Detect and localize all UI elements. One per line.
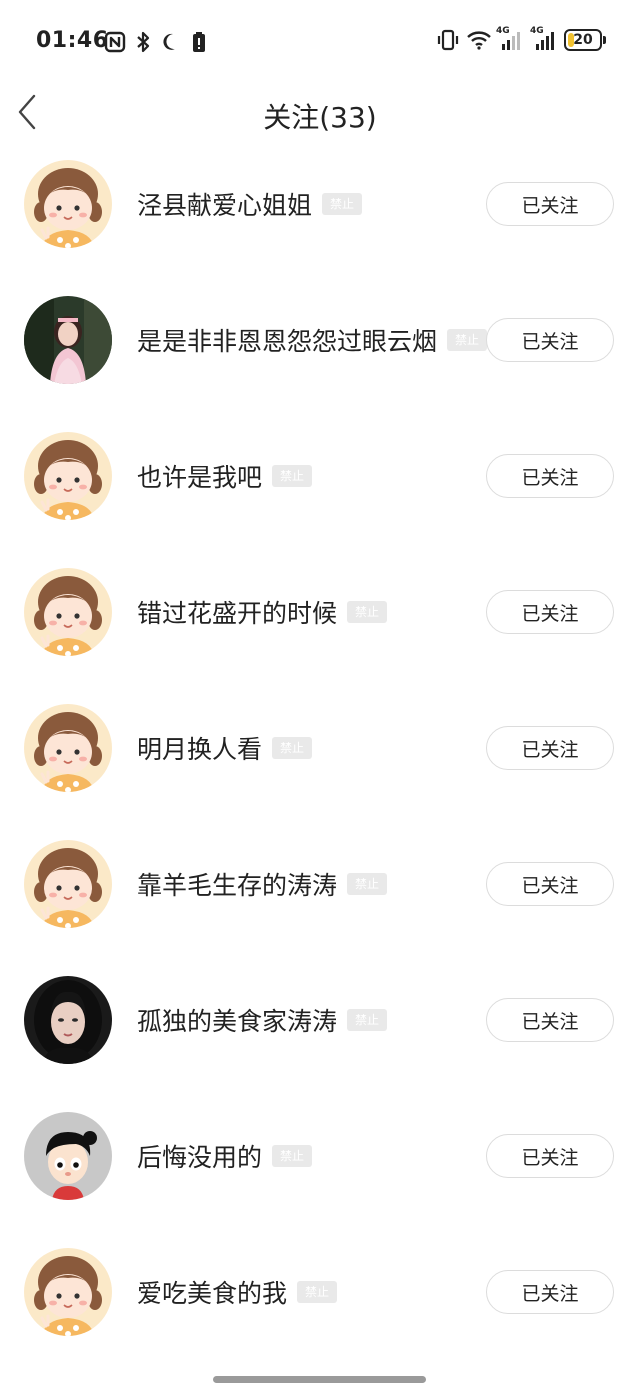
avatar[interactable] xyxy=(24,432,112,520)
page-title: 关注(33) xyxy=(263,101,377,134)
user-name[interactable]: 靠羊毛生存的涛涛 xyxy=(137,866,337,902)
following-button[interactable]: 已关注 xyxy=(486,726,614,770)
battery-body: 20 xyxy=(564,29,602,51)
user-name-group: 是是非非恩恩怨怨过眼云烟 禁止 xyxy=(137,322,488,358)
home-indicator[interactable] xyxy=(213,1376,426,1383)
user-name[interactable]: 也许是我吧 xyxy=(137,458,262,494)
following-button[interactable]: 已关注 xyxy=(486,998,614,1042)
list-item[interactable]: 错过花盛开的时候 禁止 已关注 xyxy=(0,544,640,680)
bluetooth-icon xyxy=(132,30,154,54)
user-name-group: 孤独的美食家涛涛 禁止 xyxy=(137,1002,388,1038)
user-name-group: 泾县献爱心姐姐 禁止 xyxy=(137,186,363,222)
battery-percent: 20 xyxy=(573,32,593,48)
signal-icon: 4G xyxy=(496,26,522,52)
user-name-group: 也许是我吧 禁止 xyxy=(137,458,313,494)
user-name[interactable]: 爱吃美食的我 xyxy=(137,1274,287,1310)
following-button[interactable]: 已关注 xyxy=(486,454,614,498)
avatar[interactable] xyxy=(24,1112,112,1200)
list-item[interactable]: 泾县献爱心姐姐 禁止 已关注 xyxy=(0,136,640,272)
ban-badge: 禁止 xyxy=(347,873,388,895)
ban-badge: 禁止 xyxy=(272,465,313,487)
following-button[interactable]: 已关注 xyxy=(486,1270,614,1314)
user-name-group: 错过花盛开的时候 禁止 xyxy=(137,594,388,630)
avatar[interactable] xyxy=(24,1248,112,1336)
following-button[interactable]: 已关注 xyxy=(486,862,614,906)
moon-icon xyxy=(160,30,182,54)
battery-saver-icon xyxy=(188,30,210,54)
network-type-label: 4G xyxy=(496,26,510,36)
list-item[interactable]: 是是非非恩恩怨怨过眼云烟 禁止 已关注 xyxy=(0,272,640,408)
signal-icon: 4G xyxy=(530,26,556,52)
avatar[interactable] xyxy=(24,296,112,384)
battery-icon: 20 xyxy=(564,29,606,51)
list-item[interactable]: 爱吃美食的我 禁止 已关注 xyxy=(0,1224,640,1360)
status-bar: 01:46 4G 4G 20 xyxy=(0,0,640,80)
nfc-icon xyxy=(104,30,126,54)
status-right-icons: 4G 4G 20 xyxy=(436,26,606,52)
avatar[interactable] xyxy=(24,840,112,928)
ban-badge: 禁止 xyxy=(297,1281,338,1303)
ban-badge: 禁止 xyxy=(272,737,313,759)
status-left-icons xyxy=(104,30,210,54)
following-button[interactable]: 已关注 xyxy=(486,182,614,226)
user-name[interactable]: 是是非非恩恩怨怨过眼云烟 xyxy=(137,322,437,358)
following-button[interactable]: 已关注 xyxy=(486,318,614,362)
wifi-icon xyxy=(466,28,491,52)
list-item[interactable]: 孤独的美食家涛涛 禁止 已关注 xyxy=(0,952,640,1088)
vibrate-icon xyxy=(436,28,459,52)
ban-badge: 禁止 xyxy=(347,601,388,623)
following-button[interactable]: 已关注 xyxy=(486,1134,614,1178)
list-item[interactable]: 也许是我吧 禁止 已关注 xyxy=(0,408,640,544)
avatar[interactable] xyxy=(24,704,112,792)
ban-badge: 禁止 xyxy=(272,1145,313,1167)
user-name-group: 后悔没用的 禁止 xyxy=(137,1138,313,1174)
avatar[interactable] xyxy=(24,568,112,656)
user-name[interactable]: 错过花盛开的时候 xyxy=(137,594,337,630)
status-time: 01:46 xyxy=(36,28,109,53)
ban-badge: 禁止 xyxy=(322,193,363,215)
list-item[interactable]: 后悔没用的 禁止 已关注 xyxy=(0,1088,640,1224)
user-name[interactable]: 后悔没用的 xyxy=(137,1138,262,1174)
avatar[interactable] xyxy=(24,160,112,248)
following-list: 泾县献爱心姐姐 禁止 已关注 是是非非恩恩怨怨过眼云烟 禁止 已关注 也许是我吧 禁止 已关… xyxy=(0,136,640,1360)
network-type-label: 4G xyxy=(530,26,544,36)
list-item[interactable]: 靠羊毛生存的涛涛 禁止 已关注 xyxy=(0,816,640,952)
user-name-group: 靠羊毛生存的涛涛 禁止 xyxy=(137,866,388,902)
user-name[interactable]: 孤独的美食家涛涛 xyxy=(137,1002,337,1038)
ban-badge: 禁止 xyxy=(447,329,488,351)
user-name-group: 爱吃美食的我 禁止 xyxy=(137,1274,338,1310)
avatar[interactable] xyxy=(24,976,112,1064)
following-button[interactable]: 已关注 xyxy=(486,590,614,634)
user-name-group: 明月换人看 禁止 xyxy=(137,730,313,766)
ban-badge: 禁止 xyxy=(347,1009,388,1031)
user-name[interactable]: 明月换人看 xyxy=(137,730,262,766)
user-name[interactable]: 泾县献爱心姐姐 xyxy=(137,186,312,222)
list-item[interactable]: 明月换人看 禁止 已关注 xyxy=(0,680,640,816)
battery-tip xyxy=(603,36,606,44)
